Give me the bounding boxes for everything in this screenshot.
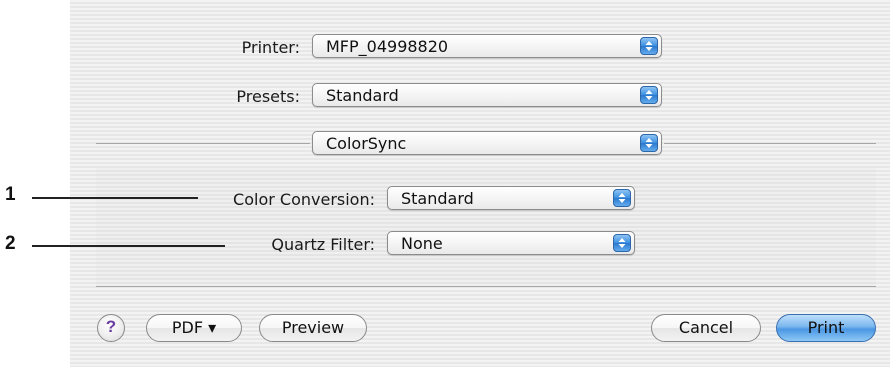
popup-arrows-icon <box>613 189 631 207</box>
quartz-filter-label: Quartz Filter: <box>271 235 375 254</box>
color-conversion-label: Color Conversion: <box>233 190 375 209</box>
footer-separator <box>96 286 876 287</box>
quartz-filter-value: None <box>401 234 443 253</box>
printer-value: MFP_04998820 <box>326 37 449 56</box>
print-dialog-figure: Printer: MFP_04998820 Presets: Standard … <box>0 0 890 367</box>
callout-leader-line <box>32 197 198 199</box>
printer-label: Printer: <box>241 38 300 57</box>
cancel-button[interactable]: Cancel <box>651 314 761 342</box>
panel-menu-popup[interactable]: ColorSync <box>312 131 662 155</box>
help-button[interactable]: ? <box>97 314 125 342</box>
quartz-filter-popup[interactable]: None <box>387 231 635 255</box>
panel-menu-value: ColorSync <box>326 134 407 153</box>
color-conversion-value: Standard <box>401 189 474 208</box>
pdf-button[interactable]: PDF ▾ <box>146 314 242 342</box>
separator-line <box>96 143 310 144</box>
popup-arrows-icon <box>613 234 631 252</box>
preview-button[interactable]: Preview <box>259 314 367 342</box>
presets-label: Presets: <box>236 87 300 106</box>
presets-popup[interactable]: Standard <box>312 83 662 107</box>
separator-line <box>664 143 876 144</box>
callout-leader-line <box>32 245 225 247</box>
presets-value: Standard <box>326 86 399 105</box>
help-icon: ? <box>105 317 117 336</box>
print-button[interactable]: Print <box>776 314 876 342</box>
popup-arrows-icon <box>640 134 658 152</box>
popup-arrows-icon <box>640 37 658 55</box>
callout-number-2: 2 <box>5 233 16 254</box>
popup-arrows-icon <box>640 86 658 104</box>
printer-popup[interactable]: MFP_04998820 <box>312 34 662 58</box>
color-conversion-popup[interactable]: Standard <box>387 186 635 210</box>
callout-number-1: 1 <box>5 184 16 205</box>
